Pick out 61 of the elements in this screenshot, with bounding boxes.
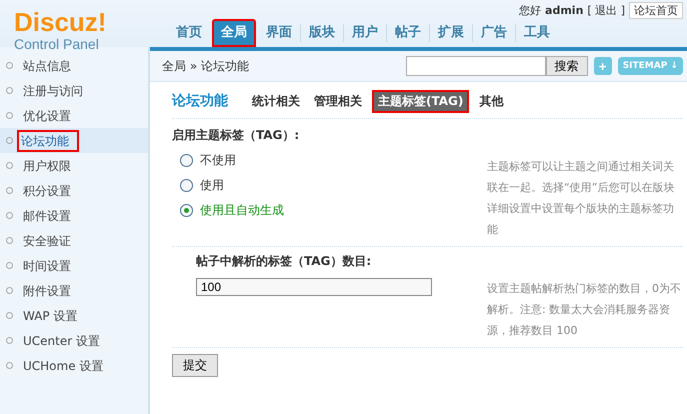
radio-button[interactable] — [180, 204, 193, 217]
nav-tab[interactable]: 界面 — [258, 21, 300, 45]
greeting-text: 您好 — [519, 4, 542, 17]
option-label: 使用 — [200, 177, 224, 194]
bullet-icon — [6, 62, 13, 69]
bullet-icon — [6, 162, 13, 169]
sidebar-item[interactable]: UCenter 设置 — [21, 332, 102, 350]
sidebar-item[interactable]: 优化设置 — [21, 106, 73, 124]
breadcrumb: 全局 » 论坛功能 — [162, 58, 249, 74]
sidebar-item[interactable]: WAP 设置 — [21, 306, 80, 324]
search-button[interactable]: 搜索 — [546, 56, 588, 76]
setting-label: 帖子中解析的标签（TAG）数目: — [196, 253, 372, 270]
sidebar-item[interactable]: 用户权限 — [21, 156, 73, 174]
sidebar-item[interactable]: 积分设置 — [21, 182, 73, 200]
bullet-icon — [6, 362, 13, 369]
sidebar-item[interactable]: 附件设置 — [21, 282, 73, 300]
option-label: 不使用 — [200, 152, 236, 169]
radio-button[interactable] — [180, 179, 193, 192]
bullet-icon — [6, 287, 13, 294]
logo-subtitle: Control Panel — [14, 36, 99, 52]
setting-label: 启用主题标签（TAG）: — [172, 127, 300, 144]
bullet-icon — [6, 212, 13, 219]
number-field[interactable]: 100 — [196, 278, 432, 296]
submit-button[interactable]: 提交 — [172, 354, 218, 377]
sub-tab[interactable]: 管理相关 — [312, 92, 364, 110]
bullet-icon — [6, 137, 13, 144]
sidebar-item[interactable]: 时间设置 — [21, 256, 73, 274]
username: admin — [545, 4, 584, 17]
search-field[interactable] — [406, 56, 546, 76]
nav-tab[interactable]: 全局 — [212, 19, 256, 47]
sidebar-item[interactable]: 论坛功能 — [17, 130, 79, 152]
sidebar-item[interactable]: 注册与访问 — [21, 82, 85, 100]
bullet-icon — [6, 237, 13, 244]
logo-title: Discuz! — [14, 8, 106, 36]
nav-tab[interactable]: 扩展 — [430, 21, 472, 45]
nav-tab[interactable]: 版块 — [301, 21, 343, 45]
bullet-icon — [6, 312, 13, 319]
page-title: 论坛功能 — [172, 92, 228, 110]
logout-link[interactable]: [ 退出 ] — [587, 4, 625, 17]
sidebar-item[interactable]: 安全验证 — [21, 232, 73, 250]
sidebar-item[interactable]: 站点信息 — [21, 56, 73, 74]
bullet-icon — [6, 112, 13, 119]
bullet-icon — [6, 262, 13, 269]
nav-tab[interactable]: 广告 — [473, 21, 515, 45]
sub-tab[interactable]: 主题标签(TAG) — [374, 92, 468, 110]
bullet-icon — [6, 337, 13, 344]
sub-tab[interactable]: 其他 — [477, 92, 506, 110]
nav-tab[interactable]: 帖子 — [387, 21, 429, 45]
sidebar-item[interactable]: 邮件设置 — [21, 206, 73, 224]
bullet-icon — [6, 187, 13, 194]
radio-button[interactable] — [180, 154, 193, 167]
sub-tab[interactable]: 统计相关 — [250, 92, 302, 110]
bullet-icon — [6, 87, 13, 94]
nav-tab[interactable]: 首页 — [168, 21, 210, 45]
option-label: 使用且自动生成 — [200, 202, 284, 219]
nav-tab[interactable]: 工具 — [516, 21, 558, 45]
nav-tab[interactable]: 用户 — [344, 21, 386, 45]
sidebar-item[interactable]: UCHome 设置 — [21, 356, 106, 374]
forum-home-button[interactable]: 论坛首页 — [629, 2, 683, 19]
setting-description: 主题标签可以让主题之间通过相关词关联在一起。选择“使用”后您可以在版块详细设置中设置每个版块的主题标签功能 — [487, 159, 676, 238]
setting-description: 设置主题帖解析热门标签的数目，0为不解析。注意: 数量太大会消耗服务器资源，推荐数目 100 — [487, 281, 682, 339]
